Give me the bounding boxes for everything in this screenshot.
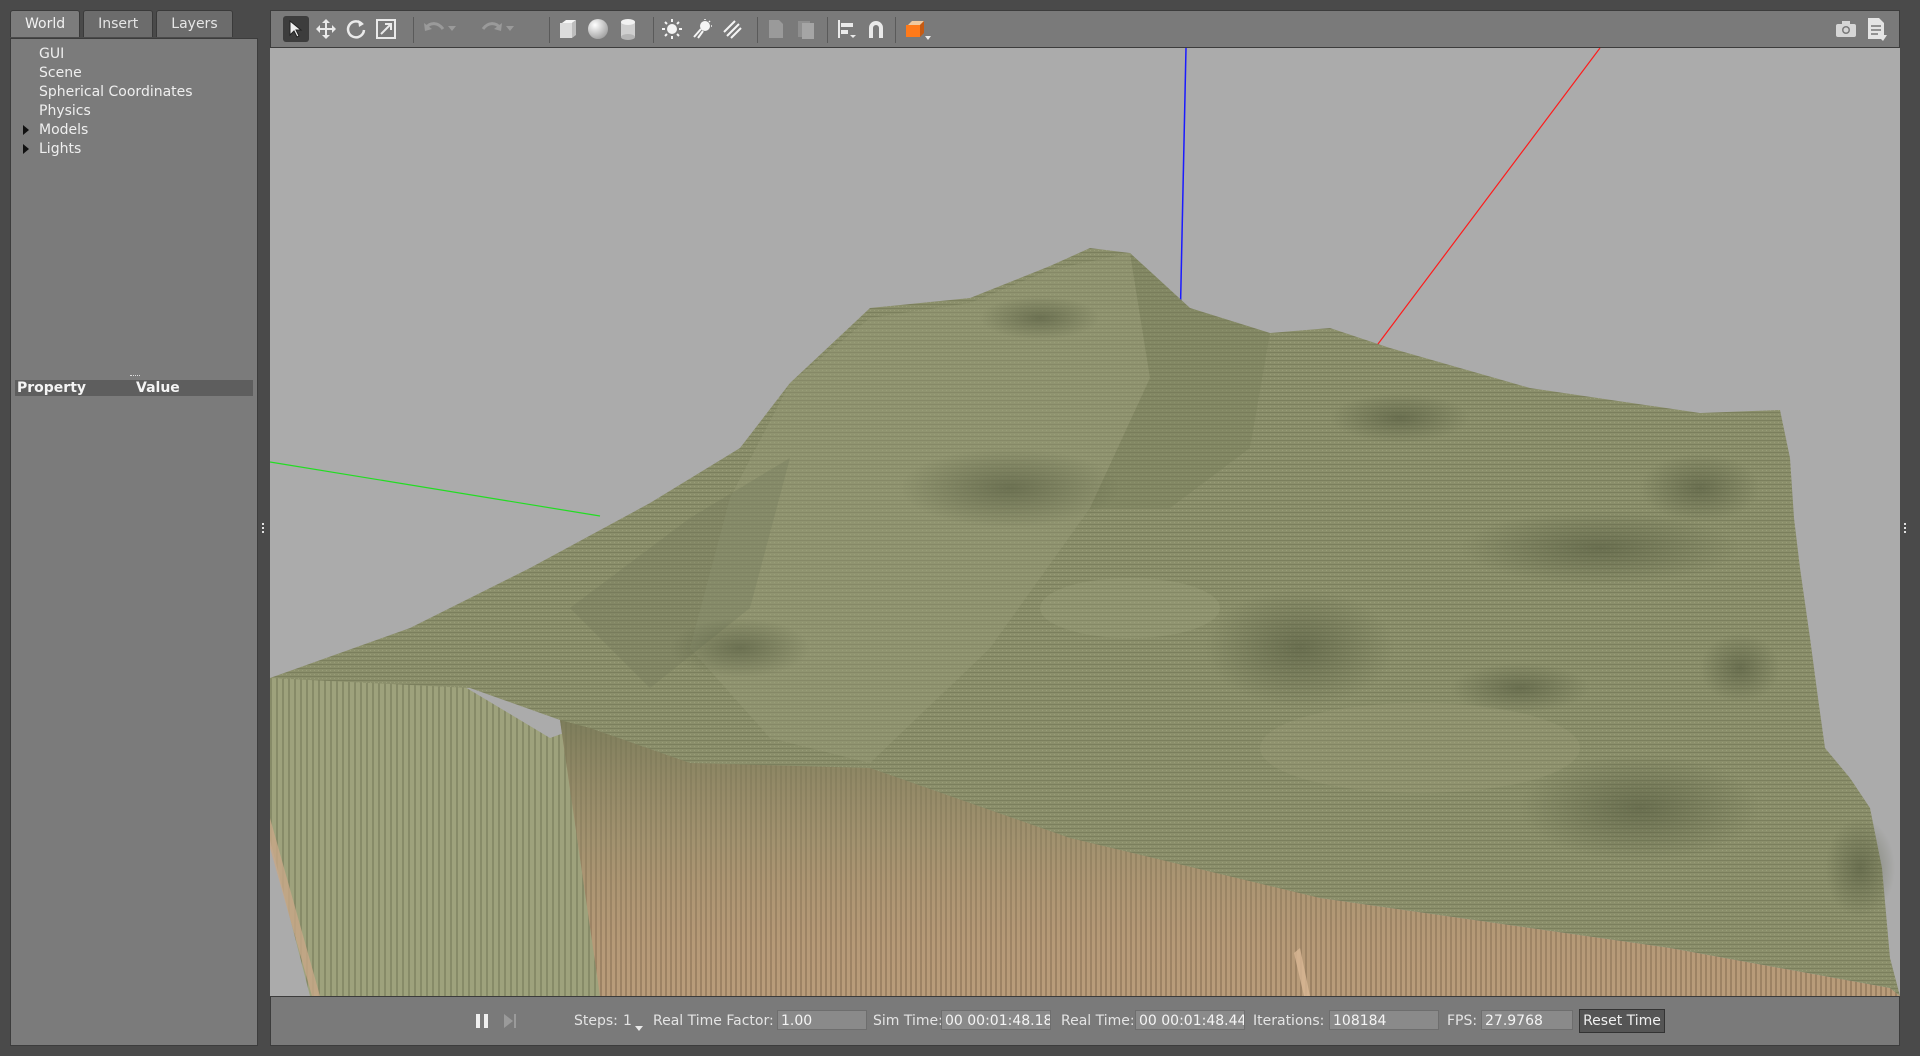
simulation-status-bar: Steps: 1 Real Time Factor: 1.00 Sim Time… (270, 996, 1900, 1046)
reset-time-button[interactable]: Reset Time (1579, 1009, 1665, 1033)
tree-item-lights[interactable]: Lights (11, 140, 257, 159)
toolbar (270, 10, 1900, 48)
tree-item-label: Spherical Coordinates (39, 84, 193, 100)
tree-item-label: Scene (39, 65, 82, 81)
left-splitter-handle[interactable] (262, 523, 267, 533)
value-column-header[interactable]: Value (136, 380, 180, 396)
left-panel-tabs: World Insert Layers (10, 10, 236, 38)
pause-button[interactable] (469, 1008, 495, 1034)
view-angle-cube-icon[interactable] (901, 16, 933, 42)
tree-item-label: GUI (39, 46, 65, 62)
sim-time-field: 00 00:01:48.184 (941, 1010, 1051, 1030)
snap-magnet-icon[interactable] (863, 16, 889, 42)
tab-insert[interactable]: Insert (83, 10, 154, 37)
box-icon[interactable] (555, 16, 581, 42)
real-time-factor-label: Real Time Factor: (653, 1013, 774, 1029)
real-time-field: 00 00:01:48.440 (1135, 1010, 1245, 1030)
tree-item-spherical-coordinates[interactable]: Spherical Coordinates (11, 83, 257, 102)
undo-icon[interactable] (421, 16, 447, 42)
world-tree: GUI Scene Spherical Coordinates Physics … (11, 45, 257, 159)
step-forward-button[interactable] (497, 1008, 523, 1034)
property-column-header[interactable]: Property (15, 380, 136, 396)
tree-item-physics[interactable]: Physics (11, 102, 257, 121)
point-light-icon[interactable] (659, 16, 685, 42)
fps-label: FPS: (1447, 1013, 1478, 1029)
undo-dropdown-icon[interactable] (445, 16, 459, 42)
tab-layers[interactable]: Layers (156, 10, 233, 37)
y-axis-line (270, 461, 601, 517)
scale-icon[interactable] (373, 16, 399, 42)
z-axis-line (1179, 48, 1187, 331)
tree-item-label: Models (39, 122, 89, 138)
cylinder-icon[interactable] (615, 16, 641, 42)
redo-dropdown-icon[interactable] (503, 16, 517, 42)
terrain-depression (1205, 588, 1395, 708)
world-panel: GUI Scene Spherical Coordinates Physics … (10, 38, 258, 1046)
steps-spinner-icon[interactable] (635, 1017, 643, 1039)
select-arrow-icon[interactable] (283, 16, 309, 42)
tree-item-gui[interactable]: GUI (11, 45, 257, 64)
log-record-icon[interactable] (1863, 16, 1889, 42)
real-time-factor-field: 1.00 (777, 1010, 867, 1030)
steps-label: Steps: (574, 1013, 618, 1029)
rotate-icon[interactable] (343, 16, 369, 42)
paste-icon[interactable] (793, 16, 819, 42)
expand-arrow-icon[interactable] (23, 144, 29, 154)
steps-value[interactable]: 1 (623, 1010, 632, 1032)
sphere-icon[interactable] (585, 16, 611, 42)
redo-icon[interactable] (479, 16, 505, 42)
spot-light-icon[interactable] (689, 16, 715, 42)
sim-time-label: Sim Time: (873, 1013, 943, 1029)
directional-light-icon[interactable] (719, 16, 745, 42)
terrain-scene[interactable] (270, 48, 1900, 996)
x-axis-line (1374, 48, 1601, 349)
align-icon[interactable] (833, 16, 859, 42)
translate-icon[interactable] (313, 16, 339, 42)
tree-item-label: Physics (39, 103, 91, 119)
copy-icon[interactable] (763, 16, 789, 42)
screenshot-camera-icon[interactable] (1833, 16, 1859, 42)
iterations-field: 108184 (1329, 1010, 1439, 1030)
right-splitter-handle[interactable] (1904, 523, 1909, 533)
real-time-label: Real Time: (1061, 1013, 1135, 1029)
expand-arrow-icon[interactable] (23, 125, 29, 135)
property-table-header: Property Value (15, 380, 253, 396)
tab-world[interactable]: World (10, 10, 81, 37)
iterations-label: Iterations: (1253, 1013, 1325, 1029)
tree-item-label: Lights (39, 141, 82, 157)
tree-item-scene[interactable]: Scene (11, 64, 257, 83)
3d-viewport[interactable] (270, 48, 1900, 996)
tree-item-models[interactable]: Models (11, 121, 257, 140)
fps-field: 27.9768 (1481, 1010, 1573, 1030)
